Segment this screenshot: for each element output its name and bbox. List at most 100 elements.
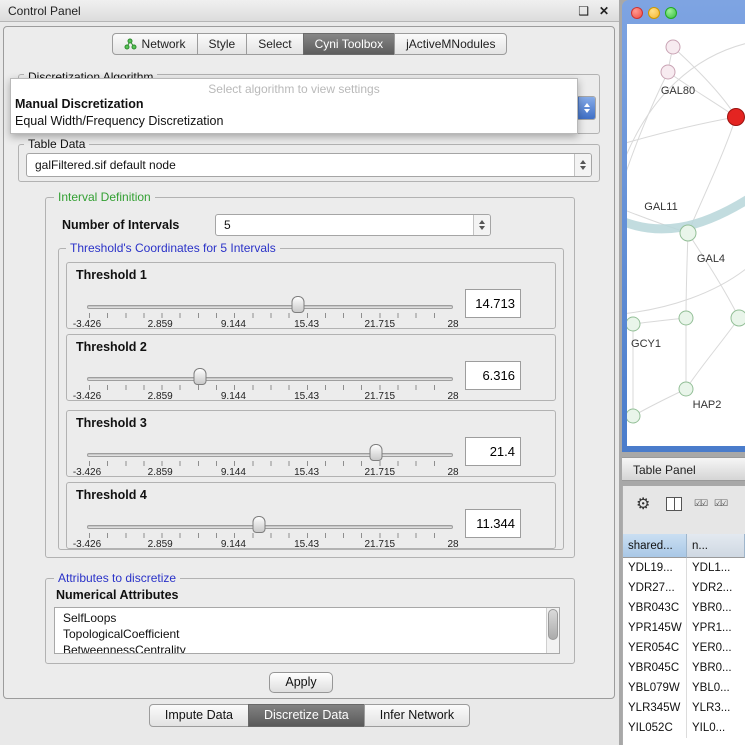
tick-label: 21.715 (365, 467, 396, 478)
tick-label: 28 (447, 467, 458, 478)
table-row[interactable]: YIL052CYIL0... (623, 718, 745, 738)
cell: YIL052C (623, 718, 687, 738)
network-node[interactable] (627, 409, 640, 423)
threshold-1-slider[interactable]: -3.426 2.859 9.144 15.43 21.715 28 (87, 293, 453, 329)
list-item[interactable]: TopologicalCoefficient (55, 626, 559, 642)
threshold-2-slider-thumb[interactable] (194, 368, 207, 385)
select-columns-icon[interactable]: ☑☑ (694, 498, 706, 509)
column-layout-icon[interactable] (666, 497, 682, 511)
numerical-attributes-label: Numerical Attributes (56, 588, 178, 602)
threshold-2-slider[interactable]: -3.426 2.859 9.144 15.43 21.715 28 (87, 365, 453, 401)
attributes-group-label: Attributes to discretize (54, 571, 180, 585)
table-row[interactable]: YPR145WYPR1... (623, 618, 745, 638)
network-tab-icon (124, 38, 137, 50)
threshold-4-slider-thumb[interactable] (253, 516, 266, 533)
network-node[interactable] (731, 310, 745, 326)
threshold-4-label: Threshold 4 (76, 488, 147, 502)
threshold-2-value-field[interactable] (465, 361, 521, 390)
slider-ticks (89, 313, 451, 318)
threshold-3-value-field[interactable] (465, 437, 521, 466)
network-window-titlebar[interactable] (622, 0, 745, 24)
tab-jactivemnodules[interactable]: jActiveMNodules (394, 33, 507, 55)
network-node-selected[interactable] (728, 109, 745, 126)
tick-label: 28 (447, 319, 458, 330)
tab-network[interactable]: Network (112, 33, 198, 55)
tab-jactivemnodules-label: jActiveMNodules (406, 37, 495, 51)
slider-scale-labels: -3.426 2.859 9.144 15.43 21.715 28 (87, 539, 453, 550)
threshold-3-slider[interactable]: -3.426 2.859 9.144 15.43 21.715 28 (87, 441, 453, 477)
network-node[interactable] (679, 311, 693, 325)
network-node[interactable] (680, 225, 696, 241)
number-of-intervals-value: 5 (216, 218, 473, 232)
column-header-name[interactable]: n... (687, 534, 745, 558)
tick-label: -3.426 (73, 467, 101, 478)
table-panel-header: Table Panel (622, 457, 745, 481)
tab-cyni-toolbox[interactable]: Cyni Toolbox (303, 33, 395, 55)
numerical-attributes-list: SelfLoops TopologicalCoefficient Between… (54, 607, 560, 654)
network-node[interactable] (666, 40, 680, 54)
list-scrollbar[interactable] (546, 608, 559, 653)
table-row[interactable]: YBR043CYBR0... (623, 598, 745, 618)
threshold-4-value-field[interactable] (465, 509, 521, 538)
zoom-traffic-light-icon[interactable] (665, 7, 677, 19)
slider-track[interactable] (87, 525, 453, 529)
tab-select[interactable]: Select (246, 33, 303, 55)
network-edge (686, 318, 739, 389)
network-node[interactable] (627, 317, 640, 331)
threshold-1-slider-thumb[interactable] (292, 296, 305, 313)
column-header-shared-name[interactable]: shared... (623, 534, 687, 558)
cell: YLR345W (623, 698, 687, 718)
tick-label: 28 (447, 391, 458, 402)
apply-button[interactable]: Apply (269, 672, 333, 693)
settings-gear-icon[interactable]: ⚙ (636, 494, 650, 514)
slider-track[interactable] (87, 305, 453, 309)
tick-label: -3.426 (73, 319, 101, 330)
table-row[interactable]: YDL19...YDL1... (623, 558, 745, 578)
option-equal-width-frequency[interactable]: Equal Width/Frequency Discretization (11, 113, 577, 130)
table-row[interactable]: YDR27...YDR2... (623, 578, 745, 598)
node-label-hap2: HAP2 (693, 399, 722, 411)
float-window-icon[interactable]: ❑ (578, 0, 589, 22)
tick-label: 21.715 (365, 391, 396, 402)
number-of-intervals-combobox[interactable]: 5 (215, 214, 491, 236)
close-icon[interactable]: ✕ (599, 0, 609, 22)
option-manual-discretization[interactable]: Manual Discretization (11, 96, 577, 113)
table-row[interactable]: YLR345WYLR3... (623, 698, 745, 718)
threshold-3-box: Threshold 3 -3.426 2.859 9.144 15.43 21.… (66, 410, 556, 477)
tab-infer-network[interactable]: Infer Network (364, 704, 470, 727)
threshold-3-slider-thumb[interactable] (370, 444, 383, 461)
threshold-1-value-field[interactable] (465, 289, 521, 318)
threshold-4-slider[interactable]: -3.426 2.859 9.144 15.43 21.715 28 (87, 513, 453, 549)
network-canvas[interactable]: GAL80 GAL11 GAL4 GCY1 HAP2 (627, 24, 745, 446)
cell: YIL0... (687, 718, 745, 738)
network-edge (627, 42, 745, 174)
window-title: Control Panel (8, 0, 81, 22)
tab-discretize-data[interactable]: Discretize Data (248, 704, 365, 727)
slider-scale-labels: -3.426 2.859 9.144 15.43 21.715 28 (87, 391, 453, 402)
list-item[interactable]: SelfLoops (55, 608, 559, 626)
toggle-columns-icon[interactable]: ☑☑ (714, 498, 726, 509)
algorithm-placeholder: Select algorithm to view settings (11, 79, 577, 96)
scrollbar-thumb[interactable] (548, 609, 558, 640)
top-tabstrip: Network Style Select Cyni Toolbox jActiv… (0, 33, 619, 55)
network-node[interactable] (661, 65, 675, 79)
tab-style[interactable]: Style (197, 33, 248, 55)
combobox-stepper-icon (578, 97, 595, 119)
table-row[interactable]: YER054CYER0... (623, 638, 745, 658)
slider-track[interactable] (87, 453, 453, 457)
close-traffic-light-icon[interactable] (631, 7, 643, 19)
table-row[interactable]: YBL079WYBL0... (623, 678, 745, 698)
table-row[interactable]: YBR045CYBR0... (623, 658, 745, 678)
tick-label: 15.43 (294, 467, 319, 478)
table-data-combobox[interactable]: galFiltered.sif default node (26, 153, 592, 177)
slider-scale-labels: -3.426 2.859 9.144 15.43 21.715 28 (87, 319, 453, 330)
network-edge (627, 117, 736, 144)
tick-label: 2.859 (148, 467, 173, 478)
tick-label: 21.715 (365, 319, 396, 330)
minimize-traffic-light-icon[interactable] (648, 7, 660, 19)
tab-impute-data[interactable]: Impute Data (149, 704, 249, 727)
list-item[interactable]: BetweennessCentrality (55, 642, 559, 654)
network-node[interactable] (679, 382, 693, 396)
slider-track[interactable] (87, 377, 453, 381)
tick-label: 9.144 (221, 467, 246, 478)
